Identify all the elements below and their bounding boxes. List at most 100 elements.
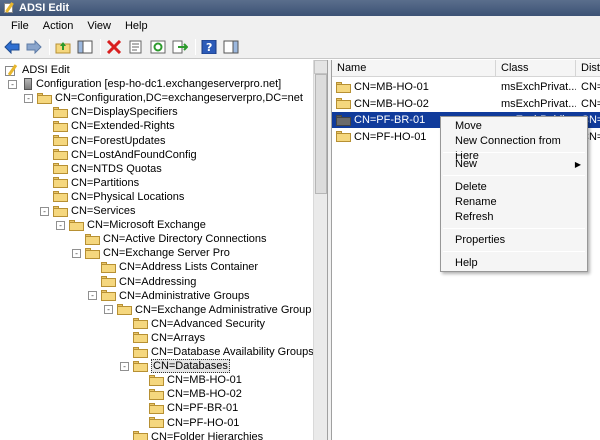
menu-view[interactable]: View [80,20,118,32]
tree-node[interactable]: CN=Active Directory Connections [72,232,267,246]
tree-node[interactable]: - CN=Exchange Administrative Group (FYD [104,303,328,317]
scroll-up-button[interactable] [314,60,327,74]
tree-node[interactable]: CN=Addressing [88,275,196,289]
menu-file[interactable]: File [4,20,36,32]
menu-item-label: Move [455,120,482,132]
expand-collapse-toggle[interactable]: - [40,206,49,216]
tree-node-label: CN=Databases [151,359,230,374]
folder-icon [133,332,148,344]
tree-node[interactable]: CN=PF-BR-01 [136,401,238,415]
show-hide-action-pane-icon[interactable] [222,38,240,56]
tree-node-label: ADSI Edit [22,64,70,76]
tree-node[interactable]: CN=NTDS Quotas [40,162,162,176]
tree-node[interactable]: CN=MB-HO-02 [136,387,242,401]
console-tree[interactable]: ADSI Edit - Configuration [esp-ho-dc1.exch… [0,60,328,440]
tree-node[interactable]: CN=Physical Locations [40,190,184,204]
tree-node[interactable]: CN=DisplaySpecifiers [40,105,178,119]
folder-icon [53,149,68,161]
folder-icon [101,261,116,273]
tree-node[interactable]: - CN=Microsoft Exchange [56,218,206,232]
folder-icon [53,205,68,217]
item-name-cell: CN=MB-HO-02 [332,98,496,110]
scroll-thumb[interactable] [315,74,327,194]
export-list-icon[interactable] [171,38,189,56]
expand-collapse-toggle[interactable]: - [104,305,113,315]
context-menu-item-rename[interactable]: Rename [441,195,587,210]
tree-node-label: CN=Configuration,DC=exchangeserverpro,DC… [55,92,303,105]
up-folder-icon[interactable] [54,38,72,56]
context-menu-item-move[interactable]: Move [441,119,587,134]
folder-icon [53,163,68,175]
tree-node[interactable]: - CN=Configuration,DC=exchangeserverpro,D… [24,91,303,105]
tree-node-label: CN=ForestUpdates [71,134,166,147]
properties-sheet-icon[interactable] [127,38,145,56]
tree-node[interactable]: CN=PF-HO-01 [136,416,239,430]
tree-node-label: CN=Exchange Administrative Group (FYD [135,303,328,316]
tree-node[interactable]: - Configuration [esp-ho-dc1.exchangeserve… [8,77,281,91]
menu-action[interactable]: Action [36,20,81,32]
tree-node[interactable]: CN=Arrays [120,331,205,345]
tree-node[interactable]: CN=LostAndFoundConfig [40,148,197,162]
tree-node[interactable]: CN=Partitions [40,176,139,190]
tree-node-label: CN=Address Lists Container [119,261,259,274]
tree-node-label: CN=PF-HO-01 [167,416,240,429]
tree-node[interactable]: CN=MB-HO-01 [136,373,242,387]
context-menu-item-new[interactable]: New ▶ [441,157,587,172]
tree-node[interactable]: CN=Address Lists Container [88,260,258,274]
tree-scrollbar[interactable] [313,60,327,440]
tree-node[interactable]: - CN=Services [40,204,136,218]
tree-node[interactable]: CN=Folder Hierarchies [120,430,263,440]
tree-node-label: CN=LostAndFoundConfig [71,148,197,161]
expand-collapse-toggle[interactable]: - [56,220,65,230]
menu-item-label: Refresh [455,211,494,223]
column-class[interactable]: Class [496,60,576,77]
folder-icon [133,360,148,372]
list-item[interactable]: CN=MB-HO-01 msExchPrivat... CN=M [332,79,600,95]
forward-icon[interactable] [25,38,43,56]
menu-item-label: New [455,158,478,170]
menu-help[interactable]: Help [118,20,155,32]
column-distinguished-name[interactable]: Distin [576,60,600,77]
tree-node-label: CN=Partitions [71,176,140,189]
refresh-icon[interactable] [149,38,167,56]
back-icon[interactable] [3,38,21,56]
tree-node[interactable]: CN=Extended-Rights [40,119,175,133]
tree-node-label: CN=Physical Locations [71,190,185,203]
column-name[interactable]: Name [332,60,496,77]
tree-node-label: CN=Addressing [119,275,197,288]
folder-icon [336,114,351,126]
tree-node[interactable]: ADSI Edit [4,63,70,77]
tree-node[interactable]: - CN=Administrative Groups [88,289,250,303]
help-icon[interactable]: ? [200,38,218,56]
folder-icon [117,304,132,316]
tree-node-label: CN=MB-HO-01 [167,374,242,387]
tree-node-label: CN=Extended-Rights [71,120,175,133]
context-menu-item-delete[interactable]: Delete [441,180,587,195]
tree-node[interactable]: CN=Database Availability Groups [120,345,314,359]
folder-icon [149,374,164,386]
expand-collapse-toggle[interactable]: - [8,79,17,89]
svg-text:?: ? [206,41,212,54]
tree-node[interactable]: CN=Advanced Security [120,317,265,331]
context-menu-item-properties[interactable]: Properties [441,233,587,248]
context-menu-item-help[interactable]: Help [441,256,587,271]
folder-icon [149,402,164,414]
tree-node-label: CN=Services [71,205,136,217]
list-item[interactable]: CN=MB-HO-02 msExchPrivat... CN=M [332,96,600,112]
expand-collapse-toggle[interactable]: - [120,361,129,371]
show-hide-tree-icon[interactable] [76,38,94,56]
expand-collapse-toggle[interactable]: - [72,248,81,258]
tree-node[interactable]: - CN=Exchange Server Pro [72,246,230,260]
tree-node[interactable]: CN=ForestUpdates [40,134,165,148]
tree-node-label: CN=Arrays [151,331,206,344]
toolbar: ? [0,35,600,59]
folder-icon [69,219,84,231]
context-menu-item-new-connection-from-here[interactable]: New Connection from Here [441,134,587,162]
expand-collapse-toggle[interactable]: - [24,93,33,103]
delete-icon[interactable] [105,38,123,56]
context-menu-item-refresh[interactable]: Refresh [441,210,587,225]
tree-node[interactable]: - CN=Databases [120,359,230,374]
folder-icon [53,135,68,146]
expand-collapse-toggle[interactable]: - [88,291,97,301]
window-title: ADSI Edit [19,2,70,14]
